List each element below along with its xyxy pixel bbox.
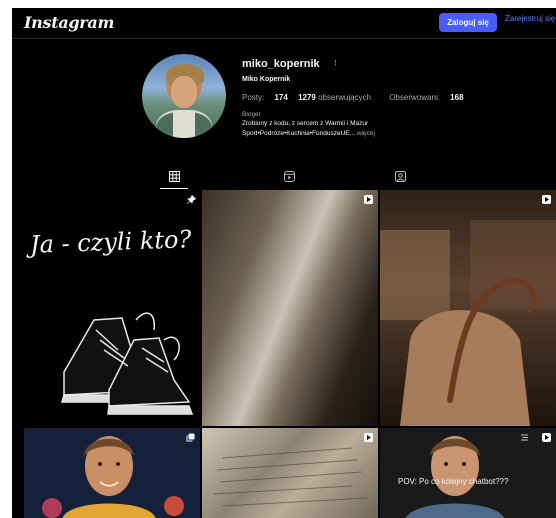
reel-icon xyxy=(364,195,373,204)
posts-stat: Posty: 174 xyxy=(242,93,288,102)
profile-full-name: Miko Kopernik xyxy=(242,76,291,83)
following-stat[interactable]: Obserwowani: 168 xyxy=(389,93,463,102)
reels-icon xyxy=(283,170,295,182)
carousel-icon xyxy=(186,433,195,442)
tab-tagged[interactable] xyxy=(391,168,409,184)
post-tile[interactable]: POV: Po co kolejny chatbot??? xyxy=(380,428,556,518)
reel-icon xyxy=(364,433,373,442)
more-link[interactable]: więcej xyxy=(355,130,375,137)
options-icon[interactable]: ⁝ xyxy=(334,58,337,69)
post-caption: POV: Po co kolejny chatbot??? xyxy=(398,477,509,486)
profile-category: Bloger xyxy=(242,111,261,118)
profile-avatar[interactable] xyxy=(142,54,226,138)
post-tile[interactable]: Ja - czyli kto? xyxy=(24,190,200,426)
post-caption: Ja - czyli kto? xyxy=(24,225,191,259)
profile-stats: Posty: 174 1279 obserwujących Obserwowan… xyxy=(242,93,472,102)
avatar-face xyxy=(171,76,197,108)
instagram-logo[interactable]: Instagram xyxy=(24,13,114,32)
post-tile[interactable] xyxy=(202,190,378,426)
signup-link[interactable]: Zarejestruj się xyxy=(505,14,555,23)
post-tile[interactable] xyxy=(380,190,556,426)
sound-icon xyxy=(521,434,528,441)
followers-stat[interactable]: 1279 obserwujących xyxy=(298,93,379,102)
instagram-window: Instagram Zaloguj się Zarejestruj się mi… xyxy=(12,8,556,518)
post-image xyxy=(213,447,368,507)
pin-icon xyxy=(187,195,196,204)
post-image xyxy=(42,436,184,518)
post-image xyxy=(380,220,556,426)
reel-icon xyxy=(542,195,551,204)
tagged-icon xyxy=(394,170,406,182)
profile-bio-line2: Sport•Podróże•Kuchnia•FunduszeUE... więc… xyxy=(242,130,375,137)
tab-posts[interactable] xyxy=(165,168,183,184)
post-tile[interactable] xyxy=(24,428,200,518)
login-button[interactable]: Zaloguj się xyxy=(439,13,497,32)
reel-icon xyxy=(542,433,551,442)
profile-username: miko_kopernik xyxy=(242,58,320,70)
grid-icon xyxy=(168,170,180,182)
profile-bio-line1: Zrobiony z kodu, z sercem z Warmii i Maz… xyxy=(242,120,369,127)
profile-tabs xyxy=(12,166,556,188)
tab-reels[interactable] xyxy=(280,168,298,184)
post-image: Ja - czyli kto? xyxy=(24,225,194,415)
posts-grid: Ja - czyli kto? POV: Po co kolejny chatb… xyxy=(24,190,556,518)
post-image: POV: Po co kolejny chatbot??? xyxy=(398,436,509,518)
active-tab-indicator xyxy=(160,188,188,189)
avatar-vest xyxy=(156,112,212,138)
top-bar: Instagram Zaloguj się Zarejestruj się xyxy=(12,8,556,39)
post-tile[interactable] xyxy=(202,428,378,518)
